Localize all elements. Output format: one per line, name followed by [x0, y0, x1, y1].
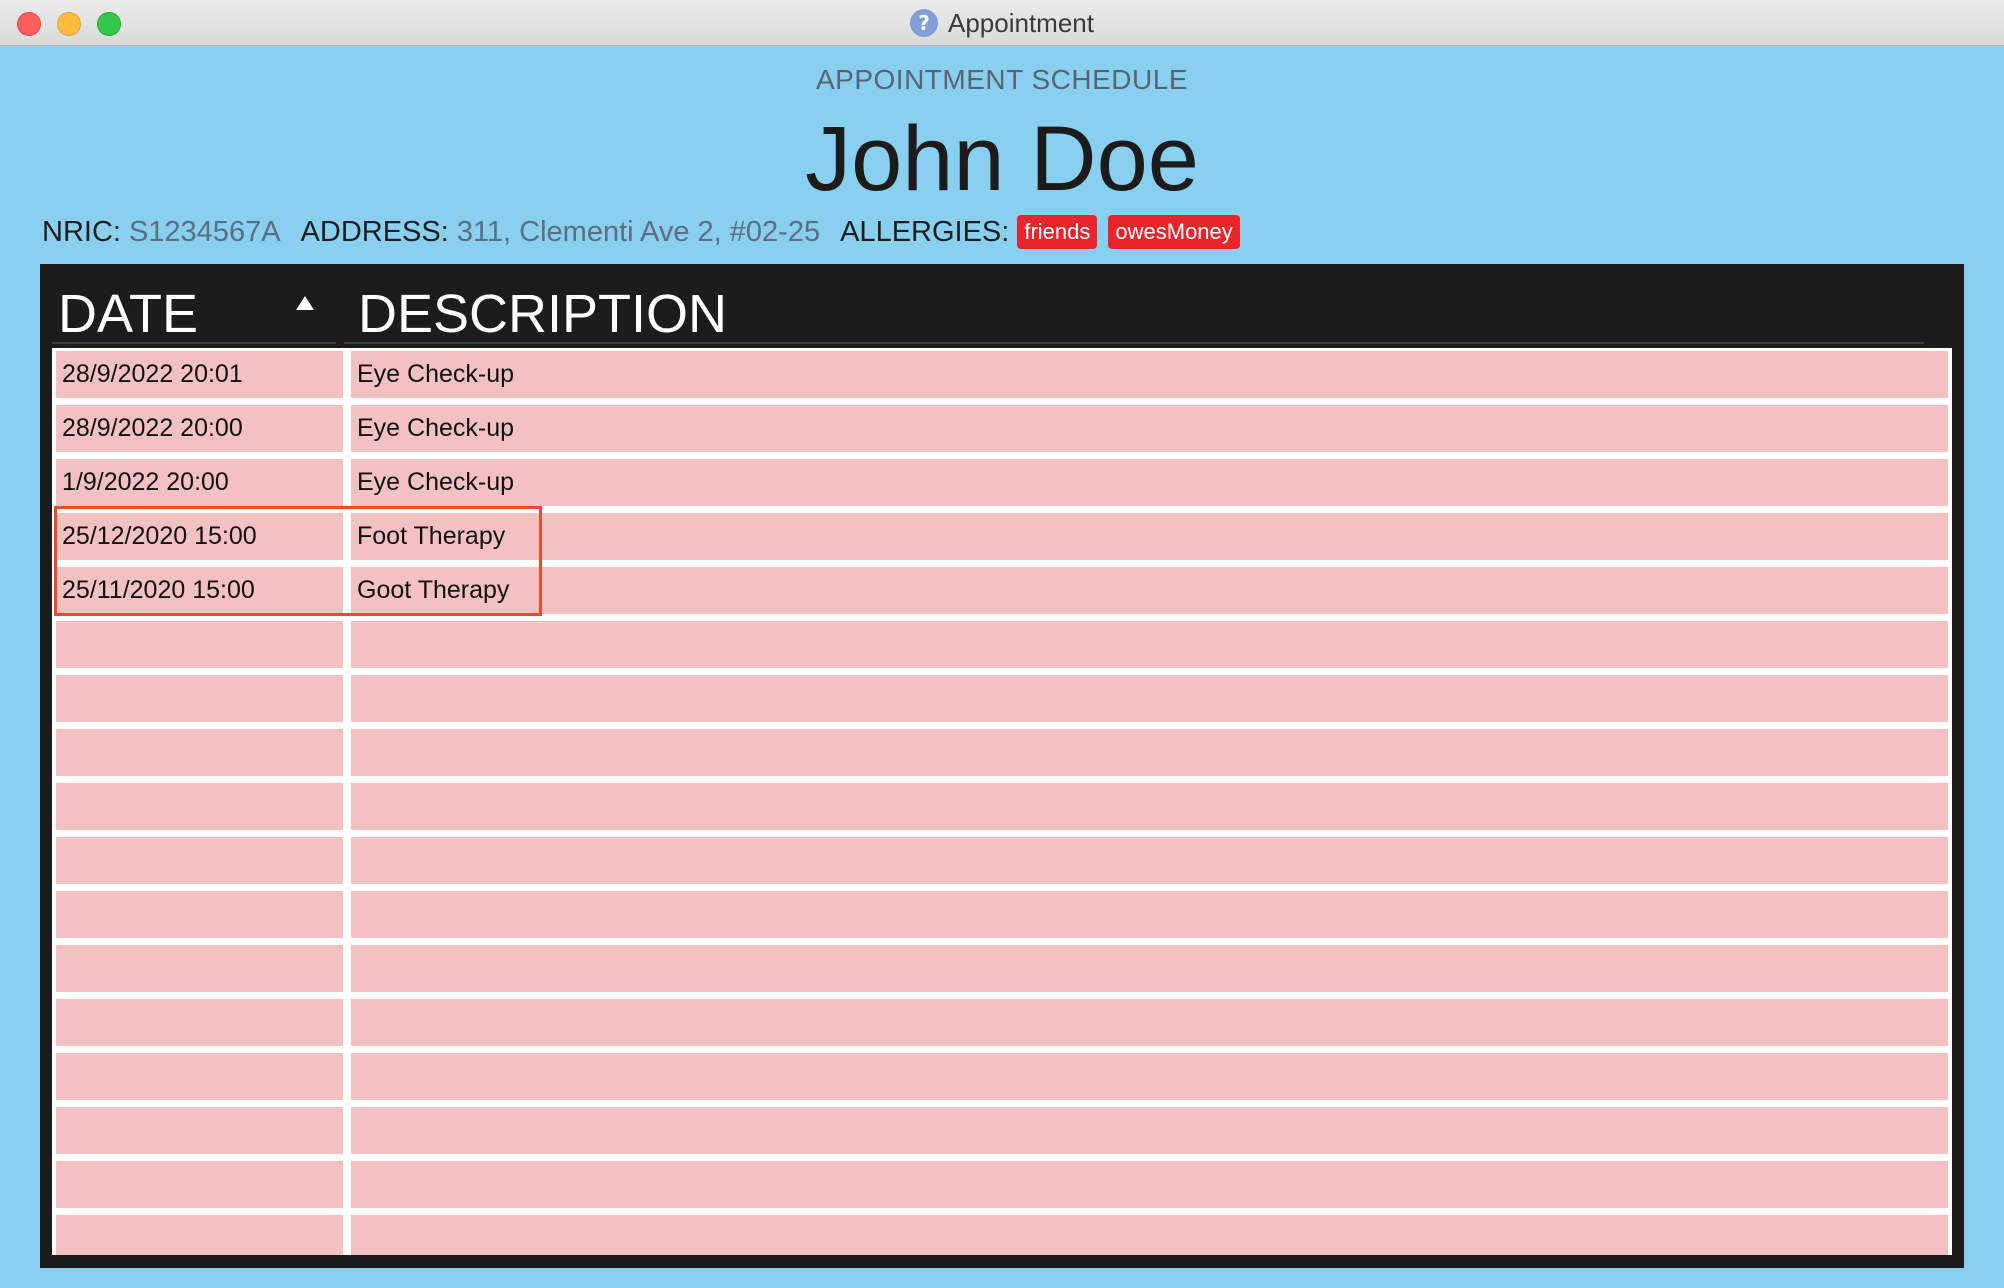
column-header-description[interactable]: DESCRIPTION: [358, 284, 727, 344]
date-cell: [56, 675, 343, 722]
section-label: APPOINTMENT SCHEDULE: [816, 64, 1188, 95]
date-cell: [56, 1053, 343, 1100]
table-row[interactable]: [52, 1050, 1952, 1104]
address-value: 311, Clementi Ave 2, #02-25: [456, 215, 821, 248]
table-row[interactable]: [52, 888, 1952, 942]
table-body[interactable]: 28/9/2022 20:01 Eye Check-up 28/9/2022 20:…: [52, 348, 1952, 1255]
table-row[interactable]: [52, 996, 1952, 1050]
table-row[interactable]: [52, 1104, 1952, 1158]
sort-ascending-icon[interactable]: [296, 296, 314, 310]
address-label: ADDRESS:: [300, 215, 449, 248]
question-mark-icon: ?: [910, 9, 938, 37]
date-cell: [56, 945, 343, 992]
date-cell: 1/9/2022 20:00: [56, 459, 343, 506]
nric-value: S1234567A: [128, 215, 281, 248]
description-cell: Eye Check-up: [351, 405, 1948, 452]
date-cell: [56, 621, 343, 668]
table-row[interactable]: 28/9/2022 20:00 Eye Check-up: [52, 402, 1952, 456]
date-cell: 25/12/2020 15:00: [56, 513, 343, 560]
appointment-table: DATE DESCRIPTION 28/9/2022 20:01 Eye Chec…: [40, 264, 1964, 1268]
nric-label: NRIC:: [42, 215, 121, 248]
description-cell: [351, 675, 1948, 722]
table-row[interactable]: [52, 942, 1952, 996]
description-cell: [351, 729, 1948, 776]
description-cell: [351, 621, 1948, 668]
date-cell: [56, 1107, 343, 1154]
table-row[interactable]: [52, 1212, 1952, 1255]
description-cell: Foot Therapy: [351, 513, 1948, 560]
patient-name: John Doe: [805, 108, 1199, 210]
table-row[interactable]: [52, 780, 1952, 834]
description-cell: [351, 1161, 1948, 1208]
table-row[interactable]: [52, 618, 1952, 672]
table-row[interactable]: [52, 672, 1952, 726]
description-cell: [351, 837, 1948, 884]
allergies-label: ALLERGIES:: [840, 215, 1010, 248]
description-cell: [351, 783, 1948, 830]
allergy-tag: owesMoney: [1108, 215, 1240, 249]
table-row[interactable]: 1/9/2022 20:00 Eye Check-up: [52, 456, 1952, 510]
table-row[interactable]: 25/12/2020 15:00 Foot Therapy: [52, 510, 1952, 564]
column-header-date[interactable]: DATE: [58, 284, 198, 344]
date-cell: [56, 837, 343, 884]
table-row[interactable]: 25/11/2020 15:00 Goot Therapy: [52, 564, 1952, 618]
table-row[interactable]: [52, 726, 1952, 780]
description-cell: Goot Therapy: [351, 567, 1948, 614]
date-cell: [56, 1215, 343, 1255]
date-cell: [56, 729, 343, 776]
appointment-window: ? Appointment APPOINTMENT SCHEDULE John …: [0, 0, 2004, 1288]
table-row[interactable]: 28/9/2022 20:01 Eye Check-up: [52, 348, 1952, 402]
table-header: DATE DESCRIPTION: [40, 264, 1964, 344]
date-cell: [56, 783, 343, 830]
table-row[interactable]: [52, 834, 1952, 888]
allergy-tag: friends: [1017, 215, 1098, 249]
description-cell: Eye Check-up: [351, 459, 1948, 506]
date-cell: 25/11/2020 15:00: [56, 567, 343, 614]
date-cell: [56, 1161, 343, 1208]
header-divider: [52, 342, 336, 344]
description-cell: Eye Check-up: [351, 351, 1948, 398]
description-cell: [351, 1107, 1948, 1154]
header-divider: [344, 342, 1924, 344]
patient-info-row: NRIC: S1234567A ADDRESS: 311, Clementi A…: [42, 212, 1251, 252]
description-cell: [351, 999, 1948, 1046]
table-row[interactable]: [52, 1158, 1952, 1212]
date-cell: 28/9/2022 20:00: [56, 405, 343, 452]
date-cell: [56, 891, 343, 938]
title-bar: ? Appointment: [0, 0, 2004, 46]
description-cell: [351, 1053, 1948, 1100]
description-cell: [351, 1215, 1948, 1255]
window-title: Appointment: [948, 7, 1094, 38]
description-cell: [351, 891, 1948, 938]
date-cell: 28/9/2022 20:01: [56, 351, 343, 398]
date-cell: [56, 999, 343, 1046]
description-cell: [351, 945, 1948, 992]
title-wrap: ? Appointment: [0, 0, 2004, 46]
